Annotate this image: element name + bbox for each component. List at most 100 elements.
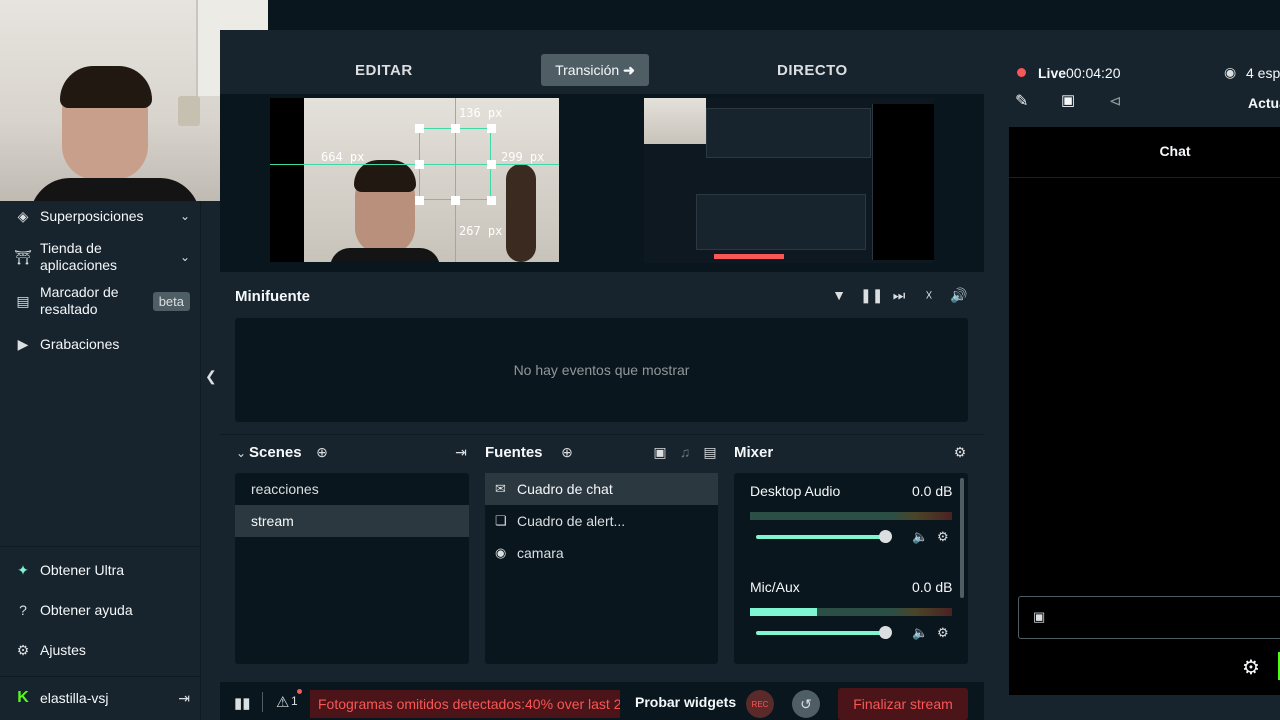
mixer-panel xyxy=(734,473,968,664)
selection-box[interactable] xyxy=(419,128,491,200)
volume-icon[interactable]: 🔊 xyxy=(950,287,968,305)
gear-icon[interactable]: ⚙ xyxy=(951,444,969,462)
sidebar-item-label: Grabaciones xyxy=(40,336,120,352)
resize-handle-t[interactable] xyxy=(451,124,460,133)
resize-handle-tl[interactable] xyxy=(415,124,424,133)
transition-label: Transición xyxy=(555,62,620,78)
volume-slider-knob[interactable] xyxy=(879,530,892,543)
audio-source-icon[interactable]: ♫ xyxy=(676,444,694,462)
top-bar xyxy=(268,0,984,30)
dropped-frames-warning[interactable]: Fotogramas omitidos detectados:40% over … xyxy=(310,690,620,718)
skip-icon[interactable]: ⏭ xyxy=(890,287,908,305)
pause-icon[interactable]: ❚❚ xyxy=(860,287,883,305)
source-item[interactable]: ❏ Cuadro de alert... xyxy=(485,505,718,537)
scene-item[interactable]: stream xyxy=(235,505,469,537)
sidebar-item-get-ultra[interactable]: ✦ Obtener Ultra xyxy=(14,560,190,580)
resize-handle-l[interactable] xyxy=(415,160,424,169)
stats-icon[interactable]: ▮▮ xyxy=(234,694,251,712)
person-shirt xyxy=(330,248,440,262)
viewer-count: 4 esp xyxy=(1246,65,1280,81)
chat-input[interactable]: ▣ xyxy=(1018,596,1280,639)
webcam-icon: ◉ xyxy=(495,545,507,560)
live-indicator-dot xyxy=(1017,68,1026,77)
sidebar-item-overlays[interactable]: ◈ Superposiciones ⌄ xyxy=(14,206,190,226)
chevron-down-icon[interactable]: ⌄ xyxy=(236,446,246,460)
chat-icon: ✉ xyxy=(495,481,506,496)
sidebar-item-highlighter[interactable]: ▤ Marcador de resaltado beta xyxy=(14,284,190,318)
volume-slider[interactable] xyxy=(756,535,886,539)
filter-icon[interactable]: ▼ xyxy=(830,287,848,305)
top-bar-right xyxy=(984,0,1280,30)
sidebar-item-label: Superposiciones xyxy=(40,208,144,224)
sidebar-item-app-store[interactable]: ⛩ Tienda de aplicaciones ⌄ xyxy=(14,240,190,274)
ultra-icon: ✦ xyxy=(17,561,29,578)
add-source-icon[interactable]: ⊕ xyxy=(558,444,576,462)
add-scene-icon[interactable]: ⊕ xyxy=(313,444,331,462)
minifeed-body: No hay eventos que mostrar xyxy=(235,318,968,422)
replay-icon: ↺ xyxy=(800,695,812,712)
sidebar-item-help[interactable]: ? Obtener ayuda xyxy=(14,600,190,620)
source-item[interactable]: ◉ camara xyxy=(485,537,718,569)
sidebar-item-settings[interactable]: ⚙ Ajustes xyxy=(14,640,190,660)
scene-item[interactable]: reacciones xyxy=(235,473,469,505)
resize-handle-bl[interactable] xyxy=(415,196,424,205)
measure-bottom: 267 px xyxy=(459,224,503,238)
resize-handle-r[interactable] xyxy=(487,160,496,169)
sidebar-item-label: Obtener ayuda xyxy=(40,602,133,618)
video-camera-icon[interactable]: ▣ xyxy=(1061,91,1075,109)
scene-transition-icon[interactable]: ⇥ xyxy=(452,444,470,462)
test-widgets-button[interactable]: Probar widgets xyxy=(635,694,736,710)
sidebar-item-label: Marcador de resaltado xyxy=(40,284,119,317)
speaker-icon[interactable]: 🔈 xyxy=(912,529,928,545)
chevron-left-icon[interactable]: ❮ xyxy=(205,368,217,385)
sidebar-divider xyxy=(0,546,200,547)
gear-icon[interactable]: ⚙ xyxy=(1242,655,1260,680)
wall-socket xyxy=(178,96,200,126)
edit-stream-icon[interactable]: ✎ xyxy=(1015,91,1028,111)
share-icon[interactable]: ⊲ xyxy=(1109,92,1122,110)
sources-list: ✉ Cuadro de chat ❏ Cuadro de alert... ◉ … xyxy=(485,473,718,664)
mute-alerts-icon[interactable]: ☓ xyxy=(920,287,938,305)
resize-handle-b[interactable] xyxy=(451,196,460,205)
speaker-icon[interactable]: 🔈 xyxy=(912,625,928,641)
sidebar-item-label: Ajustes xyxy=(40,642,86,658)
footer-divider xyxy=(262,692,263,712)
sidebar-item-label: Obtener Ultra xyxy=(40,562,125,578)
audio-meter xyxy=(750,512,952,520)
edit-preview-canvas[interactable]: 136 px 664 px 299 px 267 px xyxy=(270,98,559,262)
logout-icon[interactable]: ⇥ xyxy=(178,690,190,707)
minifeed-title: Minifuente xyxy=(235,288,310,305)
audio-meter xyxy=(750,608,952,616)
mixer-channel-name: Desktop Audio xyxy=(750,483,841,499)
eye-icon: ◉ xyxy=(1224,64,1237,80)
warning-icon[interactable]: ⚠ xyxy=(276,693,289,711)
nested-editors xyxy=(696,194,866,250)
chevron-down-icon: ⌄ xyxy=(179,209,190,223)
nested-studio xyxy=(706,108,871,158)
resize-handle-br[interactable] xyxy=(487,196,496,205)
volume-slider-knob[interactable] xyxy=(879,626,892,639)
mixer-scrollbar[interactable] xyxy=(960,478,964,598)
display-source-icon[interactable]: ▣ xyxy=(651,444,669,462)
alert-box-icon: ❏ xyxy=(495,513,507,528)
update-stream-button[interactable]: Actua xyxy=(1248,95,1280,111)
kick-logo-icon: K xyxy=(17,689,29,706)
gear-icon[interactable]: ⚙ xyxy=(937,625,949,641)
live-timer: 00:04:20 xyxy=(1066,65,1121,81)
resize-handle-tr[interactable] xyxy=(487,124,496,133)
record-button[interactable]: REC xyxy=(746,690,774,718)
audio-meter-fill xyxy=(750,608,817,616)
transition-button[interactable]: Transición ➜ xyxy=(541,54,649,86)
measure-top: 136 px xyxy=(459,106,503,120)
replay-buffer-button[interactable]: ↺ xyxy=(792,690,820,718)
sources-title: Fuentes xyxy=(485,444,543,461)
warning-count: 1 xyxy=(291,694,298,708)
gear-icon: ⚙ xyxy=(16,641,30,658)
volume-slider[interactable] xyxy=(756,631,886,635)
gear-icon[interactable]: ⚙ xyxy=(937,529,949,545)
sidebar-item-recordings[interactable]: ▶ Grabaciones xyxy=(14,334,190,354)
source-item[interactable]: ✉ Cuadro de chat xyxy=(485,473,718,505)
end-stream-button[interactable]: Finalizar stream xyxy=(838,688,968,720)
add-folder-icon[interactable]: ▤ xyxy=(701,444,719,462)
sidebar-user[interactable]: K elastilla-vsj ⇥ xyxy=(14,688,190,708)
